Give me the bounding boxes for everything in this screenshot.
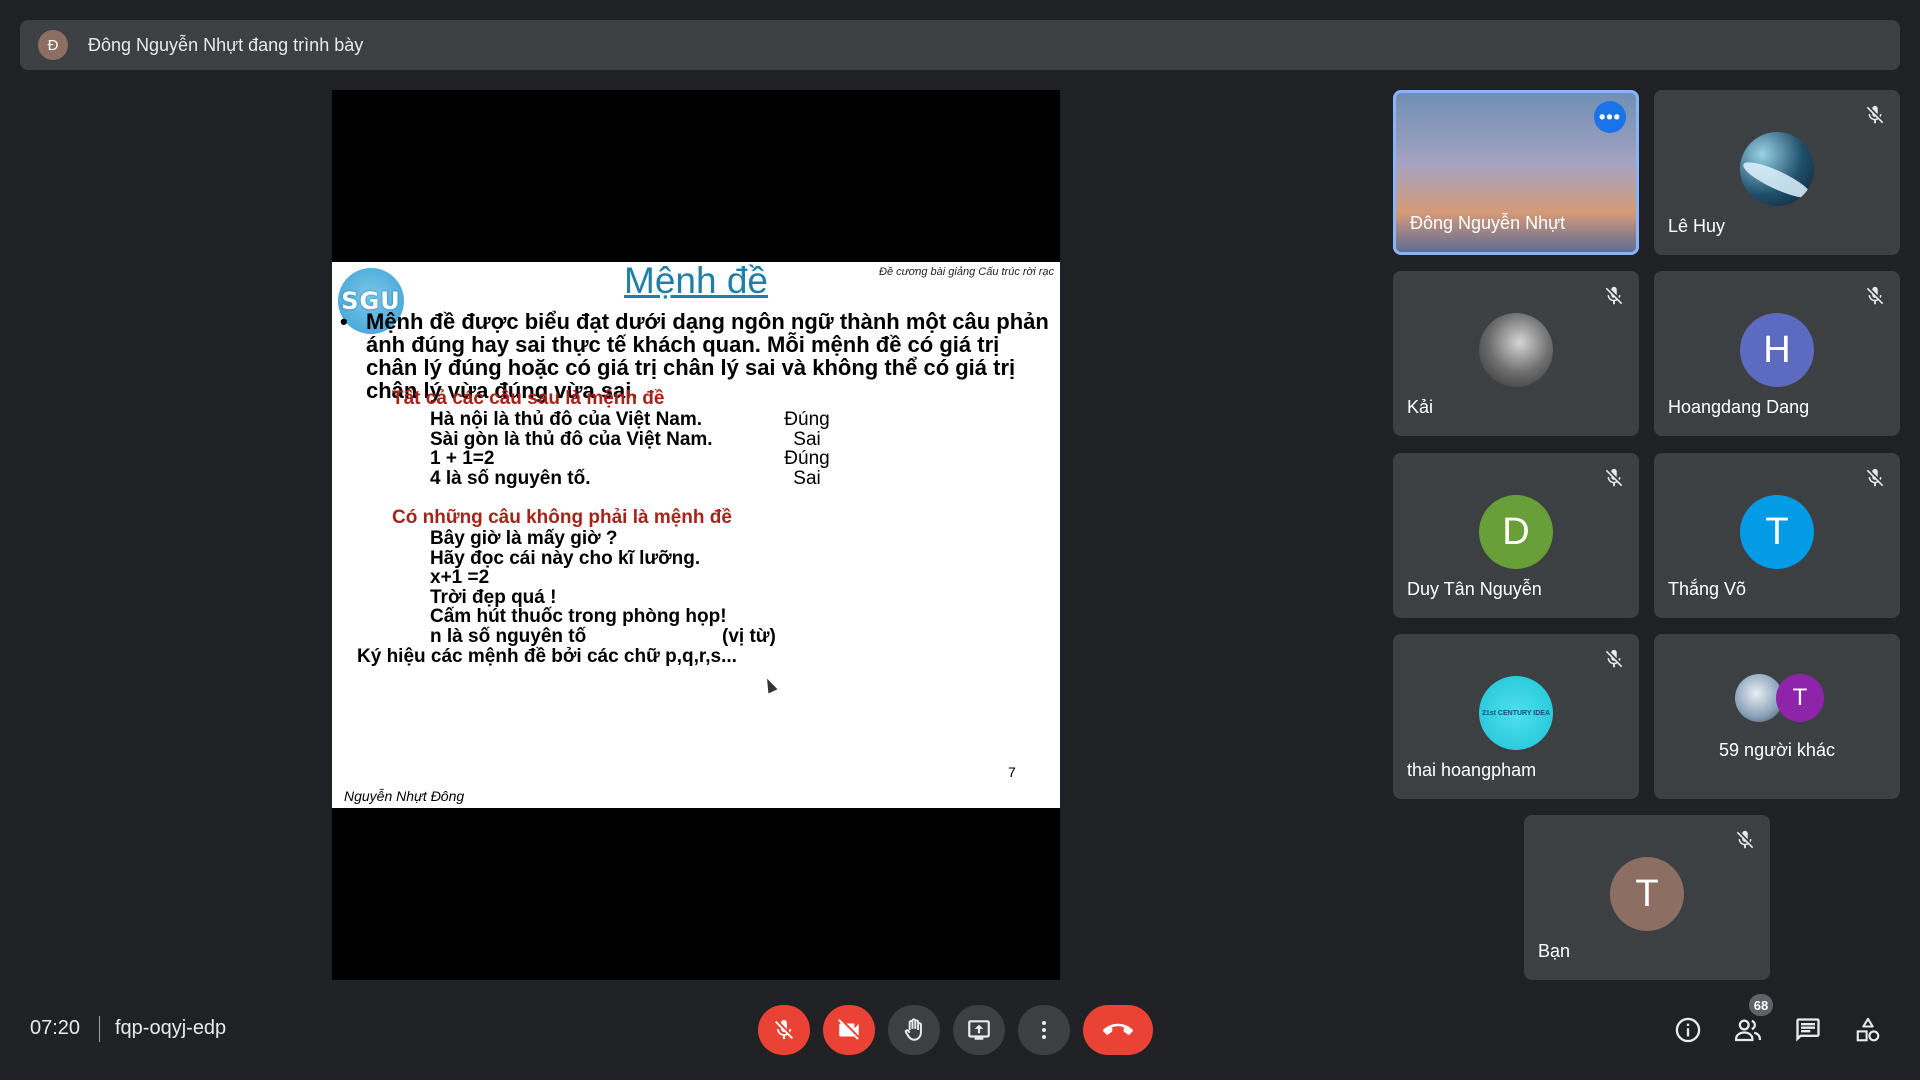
leave-call-button[interactable] (1083, 1005, 1153, 1055)
section1-value: Đúng (784, 448, 830, 469)
presentation-slide: SGU Mệnh đề Đề cương bài giảng Cấu trúc … (332, 262, 1060, 808)
notation-text: Ký hiệu các mệnh đề bởi các chữ p,q,r,s.… (357, 646, 737, 667)
bullet-point: • (340, 309, 348, 334)
participant-name: Thắng Võ (1668, 579, 1747, 599)
presenting-banner: Đ Đông Nguyễn Nhựt đang trình bày (20, 20, 1900, 70)
others-count-label: 59 người khác (1719, 740, 1835, 760)
participant-name: thai hoangpham (1407, 760, 1537, 780)
raise-hand-button[interactable] (888, 1005, 940, 1055)
avatar-logo-text: 21st CENTURY IDEA (1479, 676, 1553, 750)
slide-page-number: 7 (1008, 764, 1016, 780)
participant-name: Bạn (1538, 941, 1571, 961)
meeting-time: 07:20 (30, 1017, 81, 1039)
mic-off-icon (1605, 286, 1623, 305)
avatar-image (1479, 313, 1553, 387)
meeting-code: fqp-oqyj-edp (115, 1017, 227, 1039)
participant-tile-presenter[interactable]: ••• Đông Nguyễn Nhựt (1393, 90, 1639, 255)
avatar-letter: T (1776, 674, 1824, 722)
avatar-letter: T (1610, 857, 1684, 931)
section2-row: n là số nguyên tố (430, 626, 587, 647)
participant-name: Hoangdang Dang (1668, 397, 1810, 417)
section2-row: Bây giờ là mấy giờ ? (430, 528, 618, 549)
mic-off-icon (1866, 105, 1884, 124)
more-options-icon[interactable]: ••• (1594, 101, 1626, 133)
section1-value: Đúng (784, 409, 830, 430)
participant-name: Kải (1407, 397, 1434, 417)
avatar-image (1740, 132, 1814, 206)
participant-tile[interactable]: T Thắng Võ (1654, 453, 1900, 618)
hang-up-icon (1103, 1023, 1133, 1035)
participant-count-badge: 68 (1749, 994, 1773, 1016)
predicate-note: (vị từ) (722, 626, 776, 647)
slide-author: Nguyễn Nhựt Đông (344, 788, 465, 804)
presenter-avatar: Đ (38, 30, 68, 60)
chat-icon (1796, 1018, 1820, 1042)
more-vert-icon (1042, 1021, 1046, 1039)
presenting-text: Đông Nguyễn Nhựt đang trình bày (88, 34, 364, 55)
participant-tile[interactable]: H Hoangdang Dang (1654, 271, 1900, 436)
section1-value: Sai (793, 468, 821, 489)
info-icon (1675, 1017, 1701, 1043)
mic-off-icon (1605, 649, 1623, 668)
section1-row: 1 + 1=2 (430, 448, 495, 469)
mic-toggle-button[interactable] (758, 1005, 810, 1055)
participant-tile[interactable]: D Duy Tân Nguyễn (1393, 453, 1639, 618)
section2-row: x+1 =2 (430, 567, 490, 588)
hand-icon (904, 1018, 922, 1041)
self-tile[interactable]: T Bạn (1524, 815, 1770, 980)
mic-off-icon (1866, 468, 1884, 487)
camera-toggle-button[interactable] (823, 1005, 875, 1055)
avatar-letter: D (1479, 495, 1553, 569)
mouse-cursor-icon (762, 676, 778, 694)
present-screen-button[interactable] (953, 1005, 1005, 1055)
section1-title: Tất cả các câu sau là mệnh đề (392, 388, 665, 409)
people-button[interactable] (1732, 1014, 1764, 1046)
slide-header-note: Đề cương bài giảng Cấu trúc rời rạc (879, 266, 1054, 278)
shared-screen: SGU Mệnh đề Đề cương bài giảng Cấu trúc … (332, 90, 1060, 980)
activities-button[interactable] (1852, 1014, 1884, 1046)
mic-off-icon (775, 1020, 793, 1039)
mic-off-icon (1866, 286, 1884, 305)
participant-name: Duy Tân Nguyễn (1407, 579, 1542, 599)
chat-button[interactable] (1792, 1014, 1824, 1046)
section2-title: Có những câu không phải là mệnh đề (392, 507, 732, 528)
participant-tile[interactable]: 21st CENTURY IDEA thai hoangpham (1393, 634, 1639, 799)
people-icon (1735, 1019, 1761, 1042)
present-screen-icon (968, 1020, 990, 1040)
section2-row: Cấm hút thuốc trong phòng họp! (430, 606, 727, 627)
section1-row: 4 là số nguyên tố. (430, 468, 591, 489)
more-options-button[interactable] (1018, 1005, 1070, 1055)
participant-tile[interactable]: Lê Huy (1654, 90, 1900, 255)
participant-name: Đông Nguyễn Nhựt (1410, 213, 1566, 233)
avatar-letter: T (1740, 495, 1814, 569)
divider (99, 1016, 100, 1042)
camera-off-icon (838, 1019, 859, 1040)
participant-tile[interactable]: Kải (1393, 271, 1639, 436)
mic-off-icon (1736, 830, 1754, 849)
activities-icon (1856, 1017, 1880, 1042)
section1-row: Hà nội là thủ đô của Việt Nam. (430, 409, 703, 430)
avatar-letter: H (1740, 313, 1814, 387)
mic-off-icon (1605, 468, 1623, 487)
meeting-details-button[interactable] (1672, 1014, 1704, 1046)
others-tile[interactable]: T 59 người khác (1654, 634, 1900, 799)
participant-name: Lê Huy (1668, 216, 1726, 236)
